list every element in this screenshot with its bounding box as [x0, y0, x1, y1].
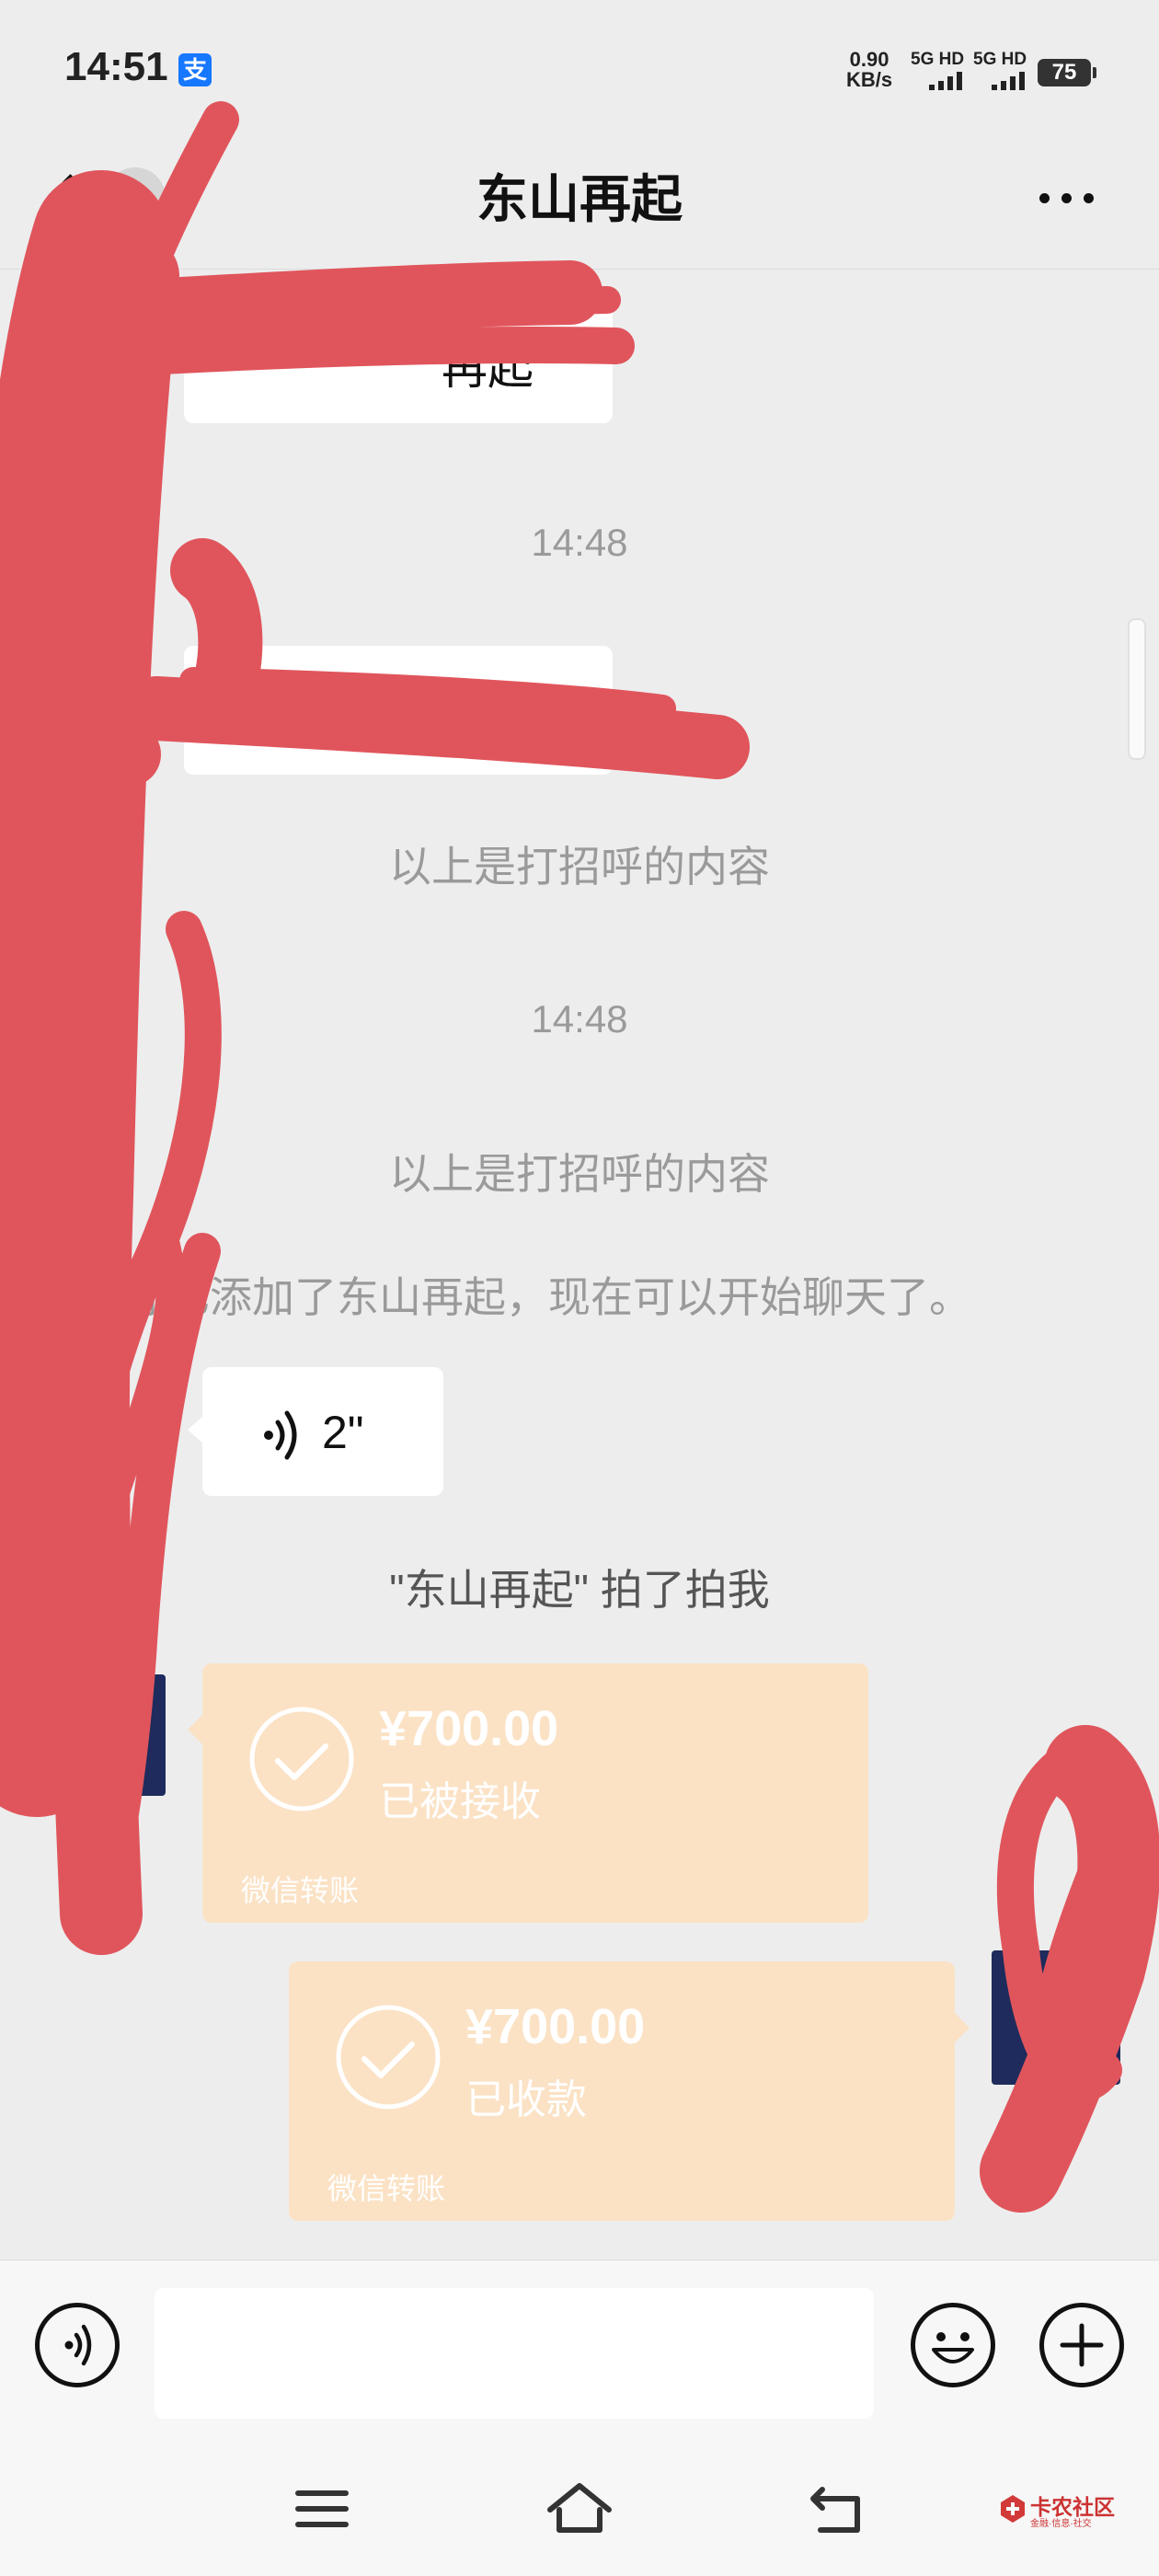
voice-message-bubble[interactable]: 2": [188, 1367, 443, 1496]
emoji-icon: [932, 2332, 974, 2363]
message-bubble-text[interactable]: [184, 646, 613, 775]
timestamp: 14:48: [531, 521, 628, 564]
home-icon[interactable]: [543, 2477, 616, 2541]
voice-wave-icon: [264, 1410, 297, 1460]
transfer-card-received[interactable]: ¥700.00 已被接收 微信转账: [188, 1663, 868, 1923]
more-options-button[interactable]: [1030, 178, 1104, 215]
alipay-icon: 支: [178, 53, 212, 86]
system-note-greeting: 以上是打招呼的内容: [389, 1150, 770, 1198]
network-speed: 0.90 KB/s: [846, 50, 892, 90]
check-circle-icon: [249, 1707, 354, 1811]
transfer-amount: ¥700.00: [379, 1701, 559, 1756]
add-attachment-button[interactable]: [1039, 2303, 1124, 2387]
back-icon[interactable]: [800, 2477, 874, 2541]
transfer-status: 已收款: [465, 2077, 587, 2122]
voice-toggle-button[interactable]: [35, 2303, 120, 2387]
system-note-pat: "东山再起" 拍了拍我: [389, 1566, 770, 1614]
plus-icon: [1060, 2323, 1104, 2367]
message-bubble-text[interactable]: 再起: [184, 294, 613, 423]
timestamp: 14:48: [531, 997, 628, 1041]
message-input-bar: [0, 2260, 1159, 2430]
message-input[interactable]: [155, 2288, 874, 2419]
system-navigation-bar: 卡农社区 金融·信息·社交: [0, 2429, 1159, 2576]
status-bar: 14:51 支 0.90 KB/s 5G HD 5G HD 75: [0, 0, 1159, 138]
transfer-type-label: 微信转账: [327, 2172, 446, 2205]
network-speed-value: 0.90: [849, 48, 889, 71]
system-note-added: 你已添加了东山再起，现在可以开始聊天了。: [125, 1273, 971, 1321]
scrollbar-thumb[interactable]: [1128, 618, 1146, 760]
contact-avatar[interactable]: [37, 300, 116, 379]
network-speed-unit: KB/s: [846, 68, 893, 91]
check-circle-icon: [336, 2005, 441, 2110]
contact-avatar[interactable]: [37, 1373, 116, 1452]
transfer-type-label: 微信转账: [241, 1874, 360, 1907]
transfer-amount: ¥700.00: [465, 1999, 646, 2054]
chat-header: 1 东山再起: [0, 138, 1159, 270]
contact-avatar[interactable]: [37, 1674, 166, 1796]
watermark-logo-icon: [1001, 2495, 1025, 2523]
status-time: 14:51: [64, 44, 168, 89]
my-avatar[interactable]: [992, 1950, 1120, 2085]
signal-sim1-icon: 5G HD: [911, 50, 966, 92]
message-text: 再起: [442, 342, 534, 394]
voice-duration: 2": [322, 1407, 364, 1458]
battery-icon: 75: [1038, 59, 1096, 86]
sim1-label: 5G HD: [911, 50, 965, 69]
watermark-subtitle: 金融·信息·社交: [1030, 2519, 1092, 2529]
system-note-greeting: 以上是打招呼的内容: [389, 843, 770, 891]
signal-sim2-icon: 5G HD: [973, 50, 1028, 92]
transfer-status: 已被接收: [379, 1779, 541, 1824]
emoji-button[interactable]: [911, 2303, 995, 2387]
voice-icon: [64, 2324, 92, 2366]
sim2-label: 5G HD: [973, 50, 1027, 69]
contact-avatar[interactable]: [37, 650, 116, 729]
transfer-card-collected[interactable]: ¥700.00 已收款 微信转账: [289, 1961, 970, 2221]
menu-icon[interactable]: [285, 2477, 359, 2541]
chat-title: 东山再起: [476, 170, 683, 228]
chat-screen: 14:51 支 0.90 KB/s 5G HD 5G HD 75 1 东山再起 …: [0, 0, 1159, 2576]
watermark-logo: 卡农社区 金融·信息·社交: [997, 2486, 1115, 2532]
